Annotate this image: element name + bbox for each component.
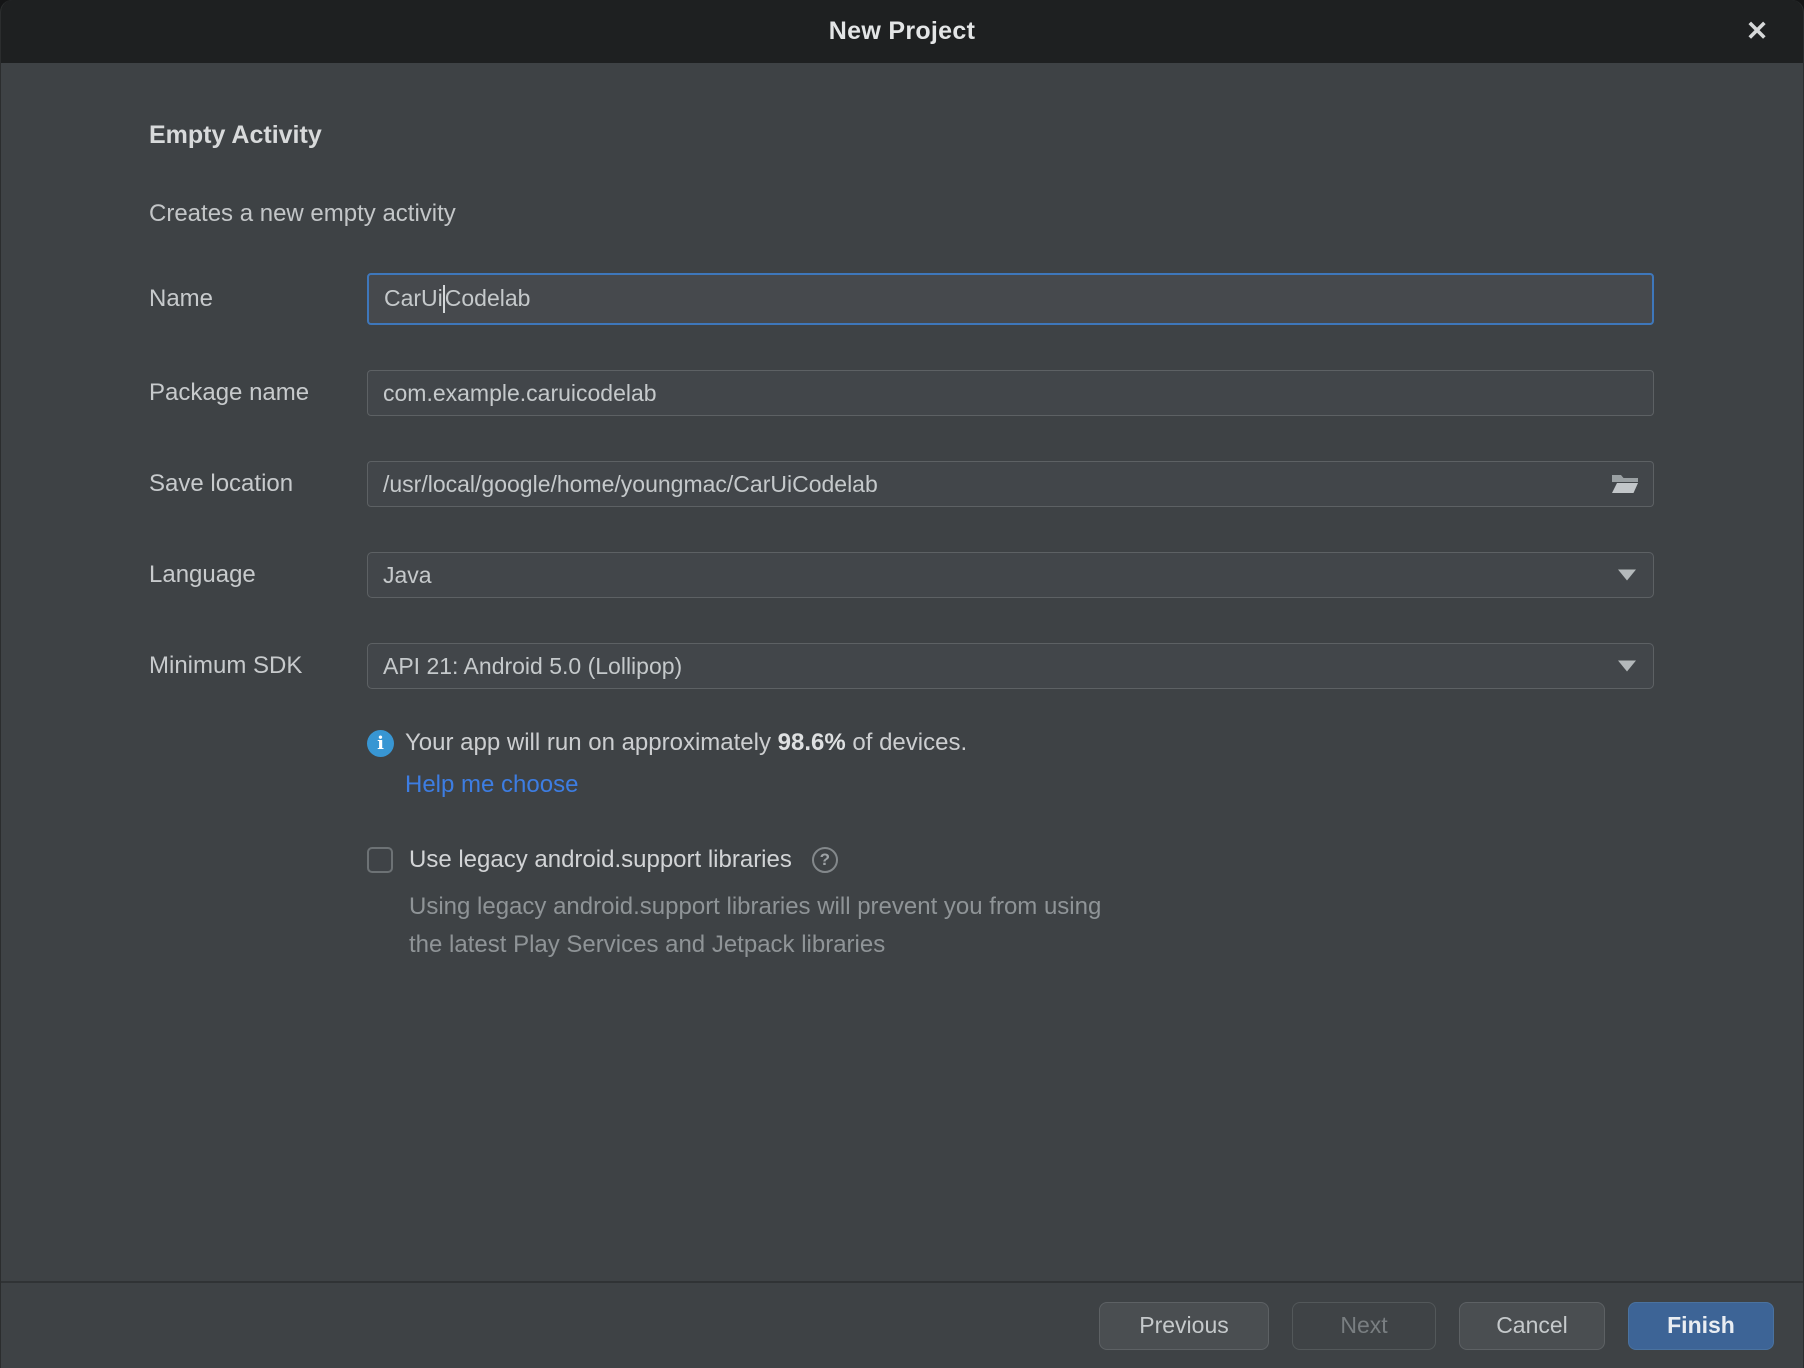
name-label: Name — [149, 285, 367, 313]
device-percentage: 98.6% — [778, 729, 846, 756]
package-name-label: Package name — [149, 379, 367, 407]
min-sdk-select[interactable]: API 21: Android 5.0 (Lollipop) — [367, 643, 1654, 689]
name-value-before-caret: CarUi — [384, 285, 443, 311]
next-button[interactable]: Next — [1292, 1302, 1436, 1350]
close-icon[interactable]: ✕ — [1733, 0, 1781, 63]
legacy-help-line2: the latest Play Services and Jetpack lib… — [409, 926, 1654, 964]
legacy-libraries-checkbox[interactable] — [367, 847, 393, 873]
package-name-row: Package name — [149, 370, 1654, 416]
min-sdk-value: API 21: Android 5.0 (Lollipop) — [383, 653, 682, 680]
footer-bar: Previous Next Cancel Finish — [1, 1281, 1803, 1368]
language-label: Language — [149, 561, 367, 589]
sdk-info-text: Your app will run on approximately 98.6%… — [405, 729, 967, 757]
legacy-help-line1: Using legacy android.support libraries w… — [409, 888, 1654, 926]
info-icon: i — [367, 730, 394, 757]
sdk-info-block: i Your app will run on approximately 98.… — [367, 729, 1654, 799]
dialog-title: New Project — [829, 17, 975, 46]
activity-subtitle: Creates a new empty activity — [149, 200, 1654, 228]
name-input[interactable]: CarUiCodelab — [367, 273, 1654, 325]
help-me-choose-link[interactable]: Help me choose — [405, 771, 578, 799]
name-value-after-caret: Codelab — [445, 285, 531, 311]
folder-icon — [1611, 483, 1639, 498]
chevron-down-icon — [1618, 661, 1636, 672]
help-question-icon[interactable]: ? — [812, 847, 838, 873]
save-location-row: Save location — [149, 461, 1654, 507]
chevron-down-icon — [1618, 570, 1636, 581]
min-sdk-row: Minimum SDK API 21: Android 5.0 (Lollipo… — [149, 643, 1654, 689]
cancel-button[interactable]: Cancel — [1459, 1302, 1605, 1350]
save-location-input[interactable] — [367, 461, 1654, 507]
dialog-content: Empty Activity Creates a new empty activ… — [1, 63, 1803, 964]
language-value: Java — [383, 562, 432, 589]
package-name-input[interactable] — [367, 370, 1654, 416]
min-sdk-label: Minimum SDK — [149, 652, 367, 680]
legacy-help-text: Using legacy android.support libraries w… — [409, 888, 1654, 964]
name-row: Name CarUiCodelab — [149, 273, 1654, 325]
new-project-dialog: New Project ✕ Empty Activity Creates a n… — [0, 0, 1804, 1368]
language-select[interactable]: Java — [367, 552, 1654, 598]
browse-folder-button[interactable] — [1609, 471, 1641, 497]
title-bar: New Project ✕ — [1, 0, 1803, 63]
save-location-label: Save location — [149, 470, 367, 498]
activity-heading: Empty Activity — [149, 121, 1654, 150]
legacy-libraries-block: Use legacy android.support libraries ? U… — [367, 846, 1654, 964]
finish-button[interactable]: Finish — [1628, 1302, 1774, 1350]
previous-button[interactable]: Previous — [1099, 1302, 1269, 1350]
language-row: Language Java — [149, 552, 1654, 598]
legacy-libraries-label[interactable]: Use legacy android.support libraries — [409, 846, 792, 874]
